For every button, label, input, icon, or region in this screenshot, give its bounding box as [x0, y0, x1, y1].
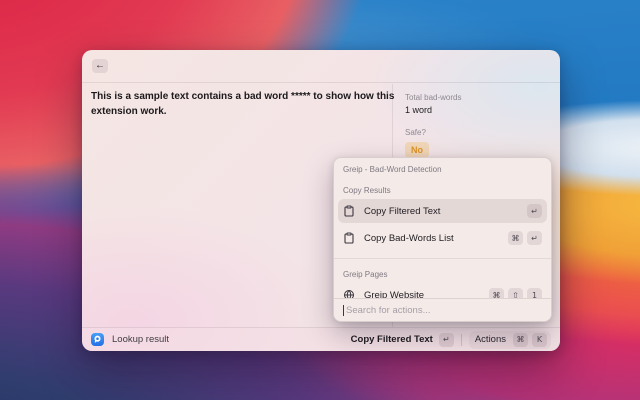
safe-status-badge: No	[405, 142, 429, 158]
total-bad-words-label: Total bad-words	[405, 93, 548, 102]
return-key-icon: ↵	[527, 204, 542, 218]
action-label: Copy Bad-Words List	[364, 233, 454, 244]
safe-label: Safe?	[405, 128, 548, 137]
total-bad-words-value: 1 word	[405, 105, 548, 115]
context-label: Lookup result	[112, 334, 169, 345]
status-bar-separator	[461, 334, 462, 346]
actions-search-input[interactable]	[346, 305, 542, 316]
k-key-icon: K	[532, 333, 547, 347]
return-key-icon: ↵	[527, 231, 542, 245]
popup-title: Greip - Bad-Word Detection	[343, 165, 542, 175]
return-key-icon: ↵	[439, 333, 454, 347]
section-greip-pages: Greip Pages	[343, 270, 542, 280]
clipboard-icon	[343, 232, 355, 244]
status-bar-actions: Copy Filtered Text ↵ Actions ⌘ K	[351, 331, 551, 349]
status-bar: Lookup result Copy Filtered Text ↵ Actio…	[82, 327, 560, 351]
clipboard-icon	[343, 205, 355, 217]
filtered-text-content: This is a sample text contains a bad wor…	[91, 89, 395, 119]
action-label: Copy Filtered Text	[364, 206, 440, 217]
section-divider	[334, 258, 551, 259]
action-copy-bad-words-list[interactable]: Copy Bad-Words List ⌘ ↵	[338, 226, 547, 250]
metadata-panel: Total bad-words 1 word Safe? No	[393, 84, 560, 167]
text-cursor	[343, 305, 344, 316]
back-button[interactable]: ←	[92, 59, 108, 73]
greip-logo-icon	[91, 333, 104, 346]
actions-search-bar	[334, 298, 551, 321]
window-header: ←	[82, 50, 560, 83]
actions-label: Actions	[475, 334, 506, 345]
action-copy-filtered-text[interactable]: Copy Filtered Text ↵	[338, 199, 547, 223]
command-key-icon: ⌘	[508, 231, 523, 245]
primary-action-button[interactable]: Copy Filtered Text	[351, 334, 433, 345]
actions-popup: Greip - Bad-Word Detection Copy Results …	[333, 157, 552, 322]
section-copy-results: Copy Results	[343, 186, 542, 196]
actions-menu-button[interactable]: Actions ⌘ K	[469, 331, 551, 349]
command-key-icon: ⌘	[513, 333, 528, 347]
